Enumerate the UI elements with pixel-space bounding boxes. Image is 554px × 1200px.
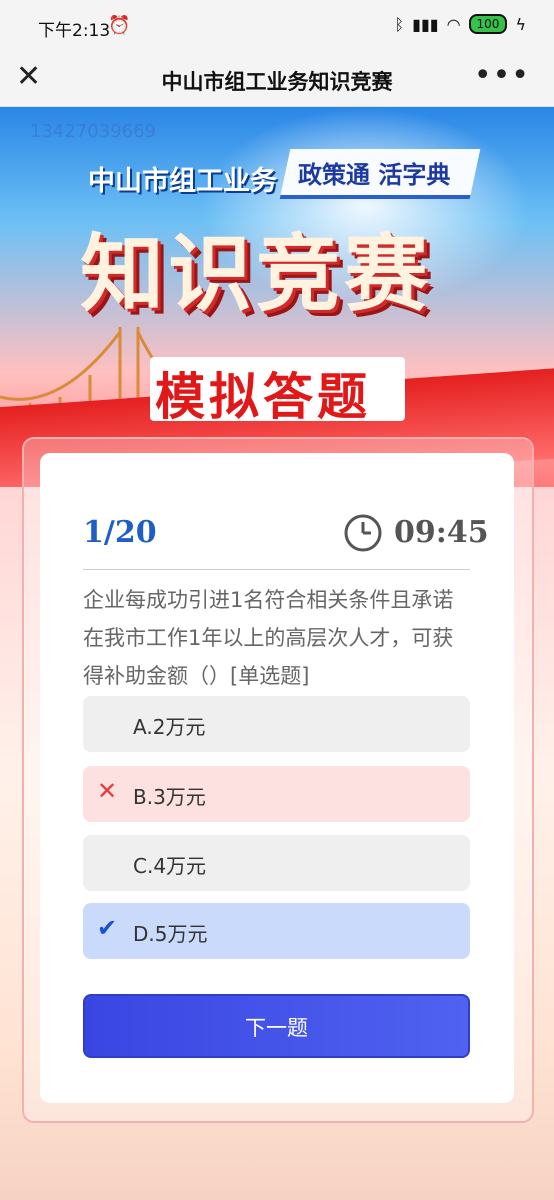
banner-heading-large: 知识竞赛: [80, 225, 433, 323]
banner-heading-sub: 模拟答题: [155, 368, 371, 426]
alarm-icon: ⏰: [108, 15, 131, 36]
question-progress: 1/20: [83, 515, 157, 550]
banner-tag: 政策通 活字典: [298, 161, 451, 189]
signal-icon: ▮▮▮: [412, 14, 439, 34]
option-label: C.4万元: [133, 854, 207, 878]
title-bar: ✕ 中山市组工业务知识竞赛 •••: [0, 52, 554, 107]
divider: [83, 569, 470, 570]
option-c[interactable]: C.4万元: [83, 835, 470, 891]
banner: 13427039669 中山市组工业务 政策通 活字典 知识竞赛 模拟答题: [0, 107, 554, 487]
page-title: 中山市组工业务知识竞赛: [161, 70, 393, 94]
option-label: D.5万元: [133, 922, 208, 946]
quiz-card: 1/20 09:45 企业每成功引进1名符合相关条件且承诺在我市工作1年以上的高…: [40, 453, 514, 1103]
status-icons: ᛒ ▮▮▮ ◠ 100 ϟ: [395, 14, 526, 34]
charging-icon: ϟ: [515, 14, 526, 34]
wifi-icon: ◠: [446, 14, 461, 34]
option-b[interactable]: ✕ B.3万元: [83, 766, 470, 822]
question-text: 企业每成功引进1名符合相关条件且承诺在我市工作1年以上的高层次人才，可获得补助金…: [83, 588, 454, 688]
option-a[interactable]: A.2万元: [83, 696, 470, 752]
status-bar: 下午2:13 ⏰ ᛒ ▮▮▮ ◠ 100 ϟ: [0, 0, 554, 52]
banner-heading-small: 中山市组工业务: [88, 166, 277, 197]
clock-icon: [344, 514, 382, 552]
status-time: 下午2:13: [38, 21, 111, 41]
countdown-timer: 09:45: [394, 515, 489, 550]
bluetooth-icon: ᛒ: [394, 14, 405, 34]
option-label: B.3万元: [133, 785, 206, 809]
cross-icon: ✕: [97, 777, 118, 805]
next-question-button[interactable]: 下一题: [83, 994, 470, 1058]
check-icon: ✔: [97, 914, 118, 942]
user-phone: 13427039669: [30, 121, 156, 142]
option-d[interactable]: ✔ D.5万元: [83, 903, 470, 959]
option-label: A.2万元: [133, 715, 206, 739]
battery-icon: 100: [468, 14, 508, 34]
more-icon[interactable]: •••: [474, 58, 530, 93]
